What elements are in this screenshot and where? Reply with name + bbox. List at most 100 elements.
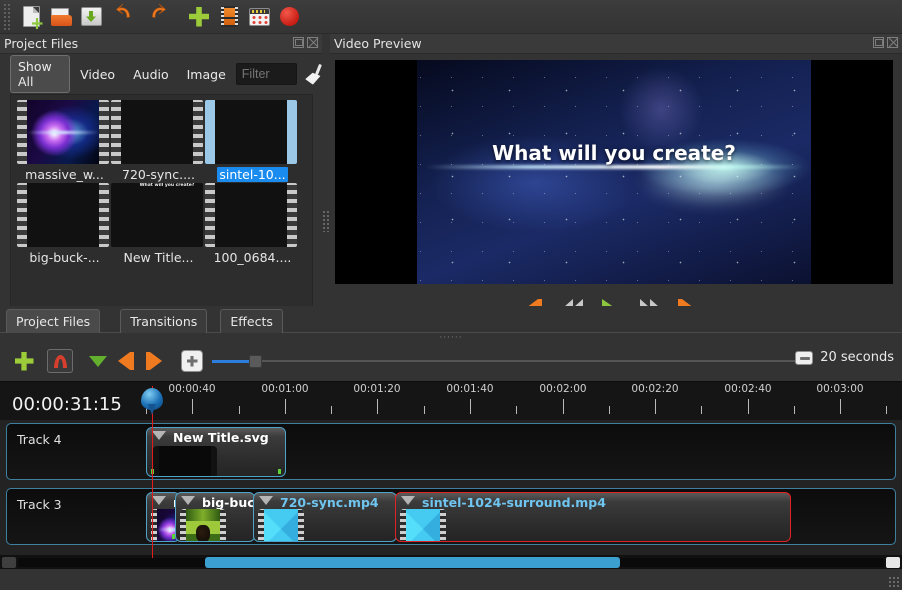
filter-video-button[interactable]: Video <box>72 63 123 86</box>
clip-title: sintel-1024-surround.mp4 <box>422 495 606 510</box>
scroll-right-button[interactable] <box>886 557 900 568</box>
project-files-panel: Project Files Show All Video Audio Image… <box>0 34 322 306</box>
fullscreen-button[interactable] <box>244 2 274 32</box>
ruler-time-label: 00:03:00 <box>816 383 863 395</box>
track-label: Track 4 <box>17 432 62 447</box>
filter-image-button[interactable]: Image <box>179 63 234 86</box>
clip-thumbnail <box>159 446 211 477</box>
project-file-item[interactable]: big-buck-... <box>17 183 112 266</box>
close-preview-icon[interactable] <box>887 37 898 48</box>
next-marker-button[interactable] <box>140 347 168 375</box>
project-files-list[interactable]: massive_w...720-sync....sintel-10... big-… <box>10 94 313 330</box>
project-file-item[interactable]: massive_w... <box>17 100 112 183</box>
ruler-minor-tick <box>424 406 425 414</box>
preview-overlay-text: What will you create? <box>417 141 811 165</box>
title-thumb-text: What will you create? <box>121 183 203 188</box>
file-thumbnail-wrapper[interactable] <box>17 100 109 164</box>
toolbar-drag-handle[interactable] <box>2 4 12 30</box>
tab-transitions[interactable]: Transitions <box>120 309 207 333</box>
file-thumbnail-wrapper[interactable] <box>111 100 203 164</box>
scroll-left-button[interactable] <box>2 557 16 568</box>
project-files-header: Project Files <box>0 34 322 54</box>
bottom-tab-bar: Project Files Transitions Effects <box>0 306 902 333</box>
filter-show-all-button[interactable]: Show All <box>10 55 70 93</box>
film-perforation-left <box>17 183 27 247</box>
timeline-clip[interactable]: New Title.svg <box>146 427 286 477</box>
panel-splitter-handle[interactable] <box>322 210 330 232</box>
zoom-level-label: 20 seconds <box>820 350 894 365</box>
video-preview-canvas[interactable]: What will you create? <box>335 60 893 284</box>
resize-grip[interactable] <box>888 576 900 588</box>
clip-title: New Title.svg <box>173 430 269 445</box>
ruler-minor-tick <box>794 406 795 414</box>
float-preview-icon[interactable] <box>873 37 884 48</box>
previous-marker-icon <box>118 352 134 370</box>
snapping-toggle-button[interactable] <box>46 347 74 375</box>
choose-profile-button[interactable] <box>214 2 244 32</box>
zoom-slider-handle[interactable] <box>249 355 262 368</box>
filter-input[interactable] <box>236 63 297 85</box>
close-panel-icon[interactable] <box>307 37 318 48</box>
float-panel-icon[interactable] <box>293 37 304 48</box>
open-project-button[interactable] <box>46 2 76 32</box>
previous-marker-button[interactable] <box>112 347 140 375</box>
timeline-track[interactable]: Track 3mbig-buck-720-sync.mp4sintel-1024… <box>6 488 896 545</box>
project-file-item[interactable]: 720-sync.... <box>111 100 206 183</box>
main-toolbar <box>0 0 902 34</box>
timeline-zoom-slider[interactable] <box>212 356 797 366</box>
clip-thumbnail-wrapper <box>180 509 226 542</box>
timeline-clip[interactable]: big-buck- <box>175 492 255 542</box>
clip-keyframe-marker <box>278 469 281 474</box>
timeline-ruler[interactable]: 00:00:31:15 00:00:4000:01:0000:01:2000:0… <box>0 381 902 420</box>
file-thumbnail-wrapper[interactable]: What will you create? <box>111 183 203 247</box>
video-preview-header: Video Preview <box>330 34 902 54</box>
file-label: big-buck-... <box>29 250 99 265</box>
timeline-clip[interactable]: sintel-1024-surround.mp4 <box>395 492 791 542</box>
clear-filter-icon[interactable] <box>304 63 322 85</box>
project-file-item[interactable]: 100_0684.... <box>205 183 300 266</box>
project-file-item[interactable]: What will you create?New Title... <box>111 183 206 266</box>
playhead-handle[interactable] <box>141 388 163 416</box>
timeline-horizontal-scrollbar[interactable] <box>0 555 902 569</box>
zoom-level-icon[interactable] <box>795 351 813 365</box>
film-perforation-left <box>205 100 215 164</box>
next-marker-icon <box>146 352 162 370</box>
film-perforation-right <box>287 100 297 164</box>
import-files-button[interactable] <box>184 2 214 32</box>
razor-tool-button[interactable] <box>178 347 206 375</box>
tab-label: Project Files <box>16 314 90 329</box>
file-thumbnail-wrapper[interactable] <box>205 100 297 164</box>
horizontal-splitter[interactable]: ······ <box>0 333 902 342</box>
clip-menu-chevron-icon[interactable] <box>181 496 195 506</box>
redo-button[interactable] <box>145 2 175 32</box>
timeline-track[interactable]: Track 4 New Title.svg <box>6 423 896 480</box>
clip-menu-chevron-icon[interactable] <box>152 496 166 506</box>
splitter-dots: ······ <box>439 333 462 343</box>
clip-menu-chevron-icon[interactable] <box>401 496 415 506</box>
new-project-icon <box>23 6 40 27</box>
scrollbar-handle[interactable] <box>205 557 620 568</box>
tab-effects[interactable]: Effects <box>220 309 283 333</box>
status-bar <box>0 569 902 590</box>
ruler-time-label: 00:01:40 <box>446 383 493 395</box>
clip-menu-chevron-icon[interactable] <box>152 431 166 441</box>
add-marker-button[interactable] <box>84 347 112 375</box>
new-project-button[interactable] <box>16 2 46 32</box>
project-file-item[interactable]: sintel-10... <box>205 100 300 183</box>
export-video-button[interactable] <box>274 2 304 32</box>
undo-button[interactable] <box>115 2 145 32</box>
file-thumbnail-wrapper[interactable] <box>205 183 297 247</box>
file-thumbnail-wrapper[interactable] <box>17 183 109 247</box>
timeline-tracks[interactable]: Track 4New Title.svgTrack 3mbig-buck-720… <box>0 420 902 558</box>
add-track-button[interactable] <box>10 347 38 375</box>
save-project-button[interactable] <box>76 2 106 32</box>
film-perforation-right <box>99 183 109 247</box>
tab-project-files[interactable]: Project Files <box>6 309 100 333</box>
ruler-major-tick <box>377 399 378 414</box>
filter-audio-button[interactable]: Audio <box>125 63 177 86</box>
film-perforation-left <box>17 100 27 164</box>
clip-title: 720-sync.mp4 <box>280 495 379 510</box>
clip-menu-chevron-icon[interactable] <box>259 496 273 506</box>
ruler-minor-tick <box>239 406 240 414</box>
timeline-clip[interactable]: 720-sync.mp4 <box>253 492 397 542</box>
